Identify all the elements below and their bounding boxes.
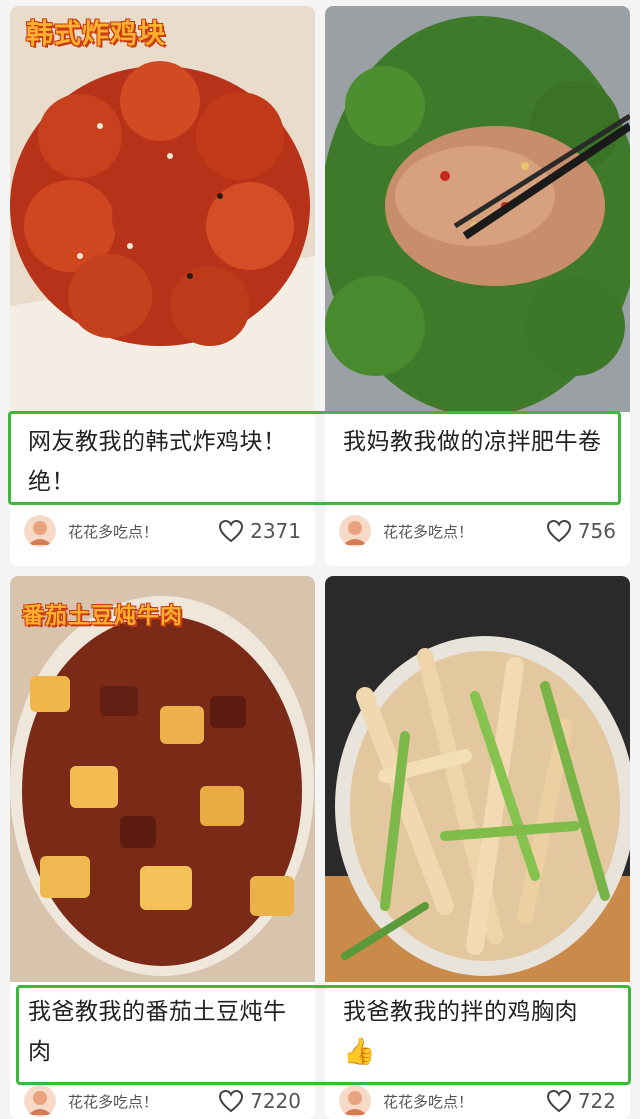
post-title[interactable]: 我爸教我的番茄土豆炖牛肉 <box>28 992 303 1072</box>
post-card[interactable]: 我爸教我的拌的鸡胸肉 👍 花花多吃点！ 722 <box>325 576 630 1119</box>
like-count: 756 <box>577 519 616 543</box>
like-count: 2371 <box>250 519 301 543</box>
post-footer: 花花多吃点！ 7220 <box>24 1084 301 1118</box>
heart-outline-icon <box>219 519 244 543</box>
post-title[interactable]: 我妈教我做的凉拌肥牛卷 <box>343 422 618 462</box>
post-card[interactable]: 番茄土豆炖牛肉 我爸教我的番茄土豆炖牛肉 花花多吃点！ 7220 <box>10 576 315 1119</box>
like-button[interactable]: 2371 <box>218 519 301 543</box>
cover-overlay-text: 番茄土豆炖牛肉 <box>22 604 184 629</box>
post-cover-image[interactable] <box>325 576 630 982</box>
post-card[interactable]: 我妈教我做的凉拌肥牛卷 花花多吃点！ 756 <box>325 6 630 566</box>
waterfall-feed: 韩式炸鸡块 网友教我的韩式炸鸡块！绝！ 花花多吃点！ 2371 我妈教我做的凉拌… <box>0 0 640 1119</box>
post-card[interactable]: 韩式炸鸡块 网友教我的韩式炸鸡块！绝！ 花花多吃点！ 2371 <box>10 6 315 566</box>
author-name[interactable]: 花花多吃点！ <box>383 521 546 542</box>
post-title[interactable]: 网友教我的韩式炸鸡块！绝！ <box>28 422 303 502</box>
post-cover-image[interactable]: 番茄土豆炖牛肉 <box>10 576 315 982</box>
post-title[interactable]: 我爸教我的拌的鸡胸肉 👍 <box>343 992 618 1073</box>
cover-overlay-text: 韩式炸鸡块 <box>26 19 166 50</box>
post-cover-image[interactable]: 韩式炸鸡块 <box>10 6 315 412</box>
author-name[interactable]: 花花多吃点！ <box>68 1091 218 1112</box>
heart-outline-icon <box>546 1089 571 1113</box>
author-avatar[interactable] <box>24 515 56 547</box>
post-cover-image[interactable] <box>325 6 630 412</box>
thumbs-up-icon: 👍 <box>343 1037 376 1067</box>
author-avatar[interactable] <box>339 515 371 547</box>
like-button[interactable]: 722 <box>546 1089 616 1113</box>
like-button[interactable]: 756 <box>546 519 616 543</box>
author-name[interactable]: 花花多吃点！ <box>383 1091 546 1112</box>
like-count: 722 <box>577 1089 616 1113</box>
post-title-text: 我爸教我的拌的鸡胸肉 <box>343 999 578 1025</box>
author-name[interactable]: 花花多吃点！ <box>68 521 218 542</box>
author-avatar[interactable] <box>339 1085 371 1117</box>
post-footer: 花花多吃点！ 722 <box>339 1084 616 1118</box>
like-button[interactable]: 7220 <box>218 1089 301 1113</box>
post-footer: 花花多吃点！ 756 <box>339 514 616 548</box>
post-footer: 花花多吃点！ 2371 <box>24 514 301 548</box>
like-count: 7220 <box>250 1089 301 1113</box>
heart-outline-icon <box>546 519 571 543</box>
heart-outline-icon <box>219 1089 244 1113</box>
author-avatar[interactable] <box>24 1085 56 1117</box>
